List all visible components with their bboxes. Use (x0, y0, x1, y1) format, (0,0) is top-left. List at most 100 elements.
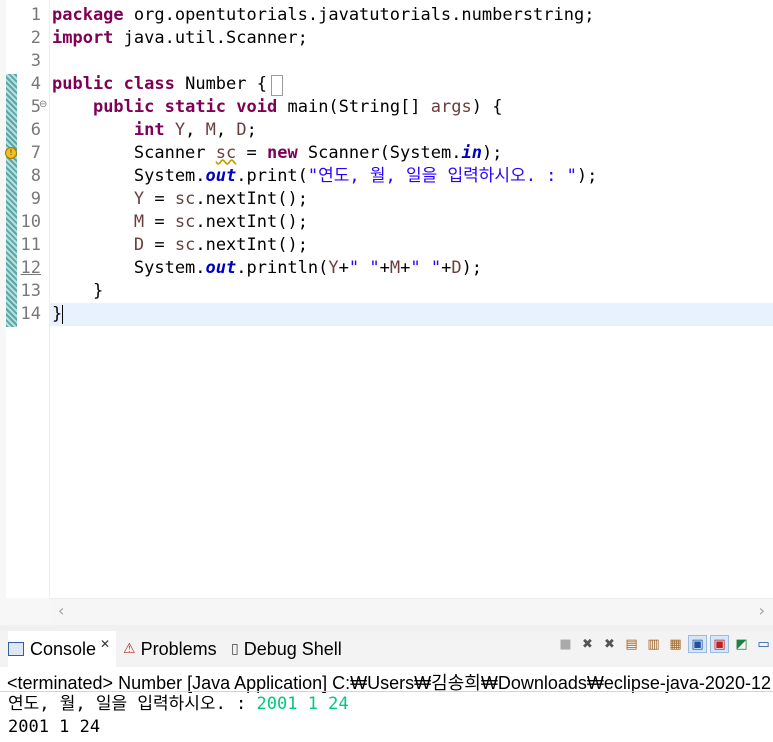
line-number: 1 (30, 5, 41, 25)
code-token: .print( (236, 166, 308, 186)
scroll-lock-icon[interactable]: ▥ (644, 635, 663, 653)
problems-icon: ⚠ (123, 641, 136, 657)
tab-debug-shell[interactable]: ▯ Debug Shell (231, 631, 342, 667)
line-number: 12 (20, 258, 41, 278)
clear-console-icon[interactable]: ▤ (622, 635, 641, 653)
line-number: 4 (30, 74, 41, 94)
code-token: Scanner (52, 143, 216, 163)
code-token: ); (576, 166, 598, 186)
code-token: "연도, 월, 일을 입력하시오. : " (307, 166, 577, 186)
remove-all-terminated-icon[interactable]: ✖ (600, 635, 619, 653)
code-line[interactable]: package org.opentutorials.javatutorials.… (52, 4, 594, 27)
console-prompt-text: 연도, 월, 일을 입력하시오. : (8, 694, 257, 714)
current-line-highlight (50, 303, 773, 326)
console-prompt-line: 연도, 월, 일을 입력하시오. : 2001 1 24 (8, 693, 349, 716)
console-toolbar: ■ ✖ ✖ ▤ ▥ ▦ ▣ ▣ ◩ ▭ (556, 635, 773, 653)
code-token: M (133, 212, 145, 232)
tab-console-label: Console (30, 638, 97, 659)
fold-collapse-icon[interactable]: ⊖ (39, 99, 47, 110)
code-token: Number { (174, 74, 267, 94)
code-token: ) { (471, 97, 503, 117)
warning-icon[interactable]: ! (5, 147, 17, 159)
code-token: + (379, 258, 390, 278)
tab-problems[interactable]: ⚠ Problems (123, 631, 217, 667)
line-number: 9 (30, 189, 41, 209)
line-number: 6 (30, 120, 41, 140)
show-on-stdout-icon[interactable]: ▣ (688, 635, 707, 653)
code-line[interactable]: public class Number { (52, 73, 267, 96)
code-token: public (52, 74, 114, 94)
code-token: + (441, 258, 452, 278)
code-token: } (52, 281, 104, 301)
code-line[interactable]: M = sc.nextInt(); (52, 211, 308, 234)
code-line[interactable]: System.out.print("연도, 월, 일을 입력하시오. : "); (52, 165, 598, 188)
code-token: = (144, 189, 175, 209)
horizontal-scrollbar[interactable]: ‹ › (50, 598, 773, 626)
scrollbar-corner (0, 598, 50, 625)
terminate-icon[interactable]: ■ (556, 635, 575, 653)
pin-console-icon[interactable]: ◩ (732, 635, 751, 653)
code-token: int (133, 120, 165, 140)
code-token: public (92, 97, 155, 117)
tab-problems-label: Problems (140, 638, 217, 659)
code-token: ); (461, 258, 483, 278)
code-token: sc (215, 143, 237, 163)
code-line[interactable]: System.out.println(Y+" "+M+" "+D); (52, 257, 482, 280)
code-token: .println( (236, 258, 329, 278)
code-token: ; (246, 120, 257, 140)
console-result-line: 2001 1 24 (8, 717, 101, 737)
code-token: " " (348, 258, 380, 278)
console-icon (8, 642, 24, 656)
code-token: Y (174, 120, 186, 140)
code-token: out (205, 258, 237, 278)
code-editor[interactable]: 1 2 3 4 5 6 7 8 9 10 11 12 13 14 package org.opentutor… (0, 0, 773, 598)
code-token: sc (174, 212, 196, 232)
code-token: M (389, 258, 401, 278)
line-number: 10 (20, 212, 41, 232)
tab-console[interactable]: Console ✕ (8, 631, 117, 667)
code-line[interactable]: int Y, M, D; (52, 119, 257, 142)
code-token: main(String[] (277, 97, 431, 117)
code-line[interactable]: Scanner sc = new Scanner(System.in); (52, 142, 503, 165)
close-icon[interactable]: ✕ (100, 637, 110, 651)
code-token: Y (133, 189, 145, 209)
code-token: System. (52, 166, 206, 186)
display-console-icon[interactable]: ▭ (754, 635, 773, 653)
quick-diff-change-bar (6, 74, 17, 327)
console-user-input: 2001 1 24 (256, 694, 349, 714)
code-line[interactable]: Y = sc.nextInt(); (52, 188, 308, 211)
console-output[interactable]: <terminated> Number [Java Application] C… (0, 667, 773, 742)
code-token: import (52, 28, 114, 48)
code-token: org.opentutorials.javatutorials.numberst… (123, 5, 595, 25)
code-line[interactable]: } (52, 280, 103, 303)
code-token: + (338, 258, 349, 278)
code-token: package (52, 5, 124, 25)
code-line[interactable]: import java.util.Scanner; (52, 27, 308, 50)
line-number: 14 (20, 304, 41, 324)
word-wrap-icon[interactable]: ▦ (666, 635, 685, 653)
remove-launch-icon[interactable]: ✖ (578, 635, 597, 653)
code-line[interactable]: } (52, 303, 62, 326)
code-token: .nextInt(); (195, 235, 308, 255)
code-token: Y (328, 258, 339, 278)
code-token: .nextInt(); (195, 212, 308, 232)
line-number: 8 (30, 166, 41, 186)
scroll-left-arrow-icon[interactable]: ‹ (58, 601, 64, 620)
code-token: sc (174, 189, 196, 209)
console-header-divider (0, 691, 773, 692)
code-token: D (451, 258, 462, 278)
show-on-stderr-icon[interactable]: ▣ (710, 635, 729, 653)
code-token: in (461, 143, 482, 163)
code-token: static (164, 97, 227, 117)
code-line[interactable]: public static void main(String[] args) { (52, 96, 503, 119)
code-token: + (400, 258, 411, 278)
code-line[interactable]: D = sc.nextInt(); (52, 234, 308, 257)
code-token: , (185, 120, 206, 140)
line-number: 11 (20, 235, 41, 255)
scroll-right-arrow-icon[interactable]: › (759, 601, 765, 620)
